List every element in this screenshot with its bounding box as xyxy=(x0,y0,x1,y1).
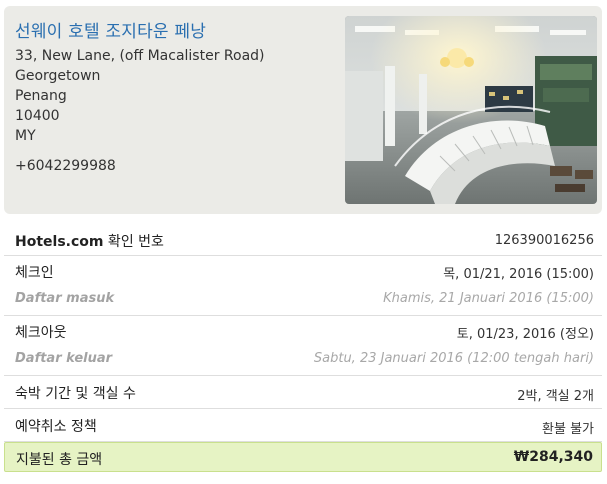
hotel-city: Georgetown xyxy=(15,68,101,84)
confirmation-label: Hotels.com 확인 번호 xyxy=(15,234,164,250)
hotel-state: Penang xyxy=(15,88,67,104)
stay-row: 숙박 기간 및 객실 수 2박, 객실 2개 xyxy=(4,376,602,409)
cancellation-value: 환불 불가 xyxy=(542,422,594,437)
hotel-country: MY xyxy=(15,128,36,144)
stay-label: 숙박 기간 및 객실 수 xyxy=(15,386,136,402)
confirmation-row: Hotels.com 확인 번호 126390016256 xyxy=(4,224,602,256)
total-amount: ₩284,340 xyxy=(513,449,593,465)
hotel-card: 선웨이 호텔 조지타운 페낭 33, New Lane, (off Macali… xyxy=(4,6,602,214)
checkin-label-alt: Daftar masuk xyxy=(15,291,115,306)
total-row: 지불된 총 금액 ₩284,340 xyxy=(4,442,602,472)
checkout-value: 토, 01/23, 2016 (정오) xyxy=(456,327,594,342)
hotel-postal-code: 10400 xyxy=(15,108,60,124)
hotel-address-line: 33, New Lane, (off Macalister Road) xyxy=(15,48,265,64)
cancellation-row: 예약취소 정책 환불 불가 xyxy=(4,409,602,442)
checkin-row: 체크인 목, 01/21, 2016 (15:00) Daftar masuk … xyxy=(4,256,602,316)
checkout-label: 체크아웃 xyxy=(15,325,67,341)
confirmation-number: 126390016256 xyxy=(494,233,594,248)
checkout-value-alt: Sabtu, 23 Januari 2016 (12:00 tengah har… xyxy=(313,351,594,366)
checkin-value-alt: Khamis, 21 Januari 2016 (15:00) xyxy=(383,291,594,306)
hotel-lobby-photo xyxy=(345,16,597,204)
booking-details: Hotels.com 확인 번호 126390016256 체크인 목, 01/… xyxy=(4,224,602,472)
checkout-row: 체크아웃 토, 01/23, 2016 (정오) Daftar keluar S… xyxy=(4,316,602,376)
hotel-phone: +6042299988 xyxy=(15,158,116,174)
hotel-name-link[interactable]: 선웨이 호텔 조지타운 페낭 xyxy=(15,17,206,42)
cancellation-label: 예약취소 정책 xyxy=(15,419,97,435)
checkout-label-alt: Daftar keluar xyxy=(15,351,113,366)
total-label: 지불된 총 금액 xyxy=(16,452,103,468)
stay-value: 2박, 객실 2개 xyxy=(517,389,594,404)
checkin-value: 목, 01/21, 2016 (15:00) xyxy=(443,267,594,282)
checkin-label: 체크인 xyxy=(15,265,54,281)
